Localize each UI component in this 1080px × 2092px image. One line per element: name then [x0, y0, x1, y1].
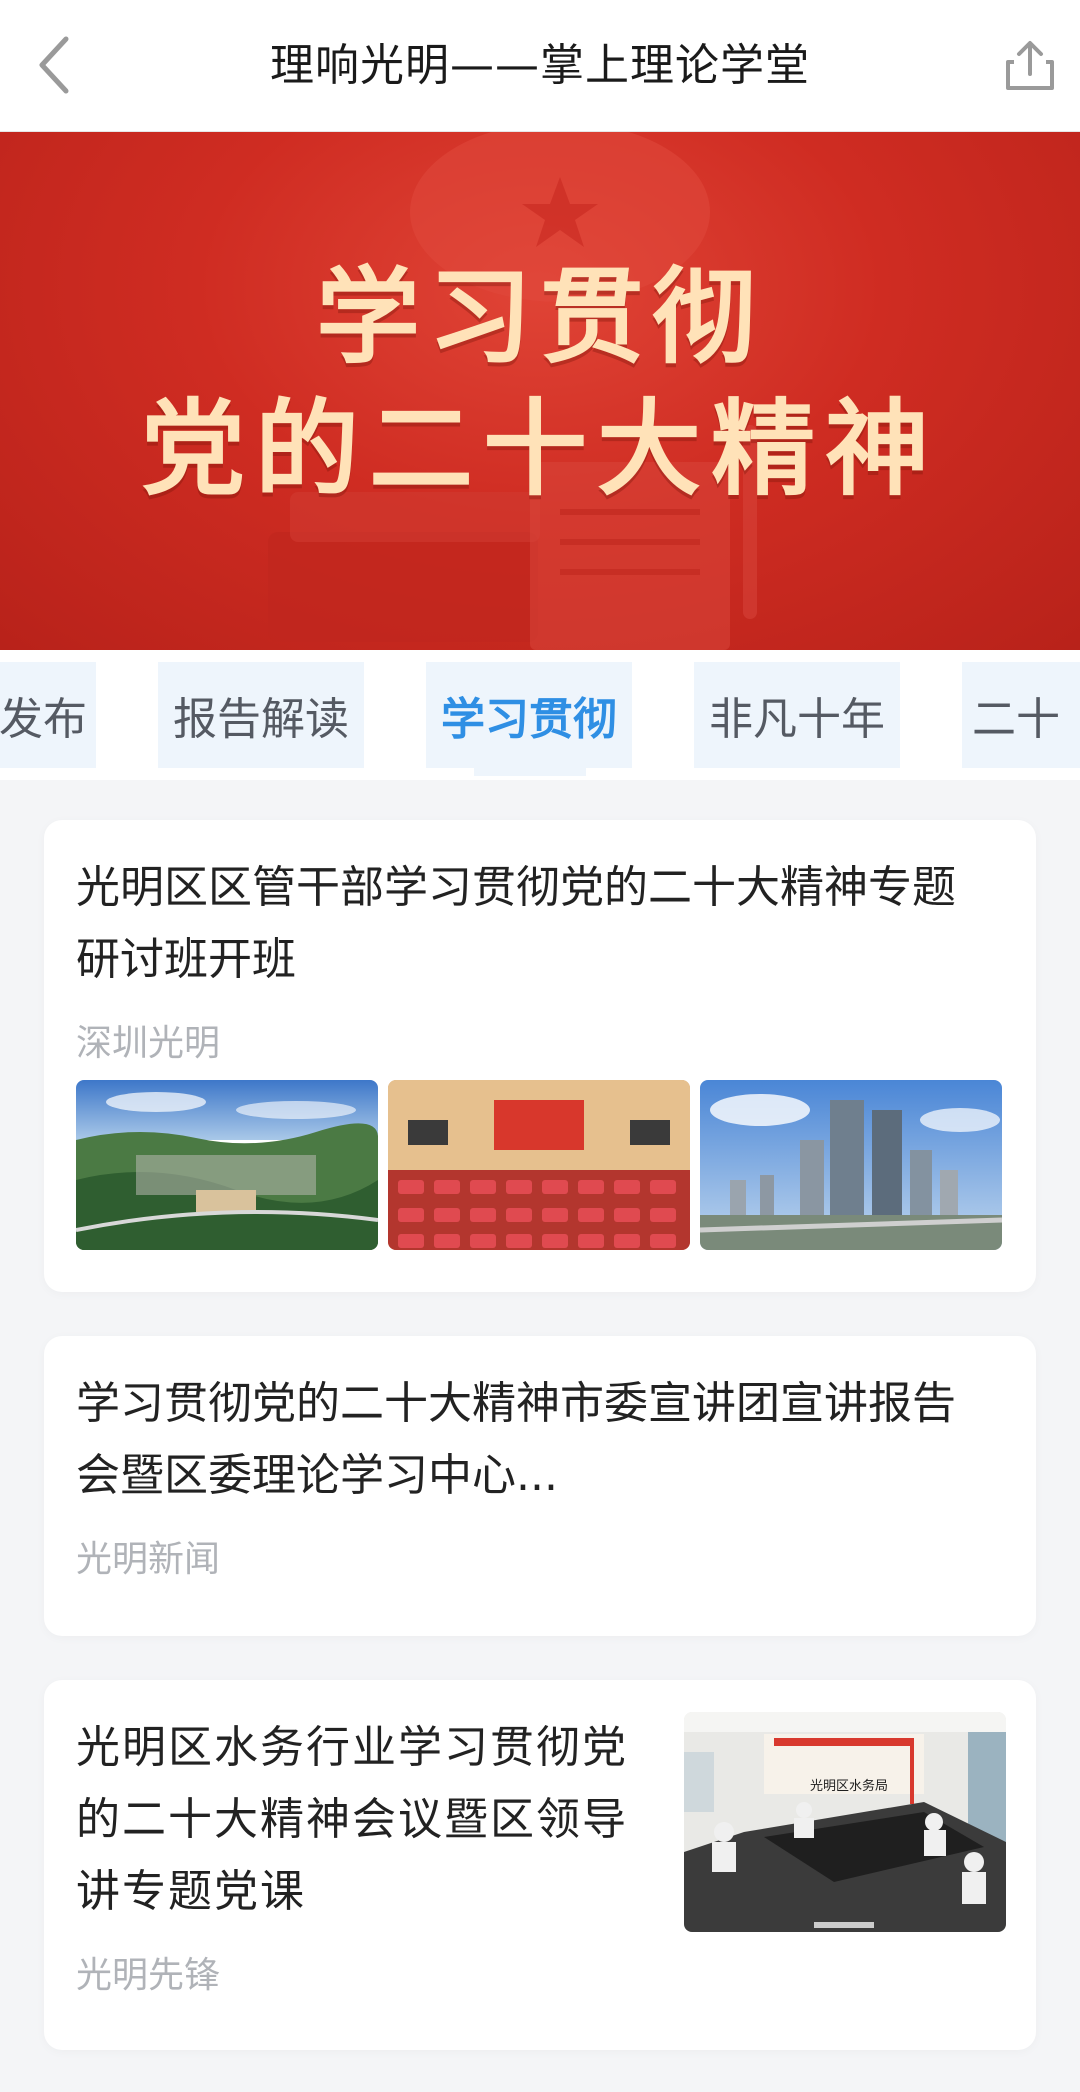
- skyscrapers-photo: [700, 1080, 1002, 1250]
- article-source: 光明新闻: [76, 1539, 221, 1580]
- tab-xuexi-guanche[interactable]: 学习贯彻: [426, 662, 632, 768]
- banner-title-line2: 党的二十大精神: [140, 388, 939, 510]
- tab-feifan-shinian[interactable]: 非凡十年: [694, 662, 900, 768]
- tab-ershi[interactable]: 二十: [962, 662, 1080, 768]
- article-title-line2: 研讨班开班: [76, 934, 296, 985]
- share-icon: [1006, 41, 1054, 90]
- back-button[interactable]: [22, 30, 86, 100]
- article-title-line1: 光明区区管干部学习贯彻党的二十大精神专题: [76, 862, 956, 913]
- article-source: 光明先锋: [76, 1955, 221, 1996]
- top-nav-bar: 理响光明——掌上理论学堂: [0, 0, 1080, 132]
- share-button[interactable]: [994, 30, 1066, 102]
- category-tabs: 发布 报告解读 学习贯彻 非凡十年 二十: [0, 650, 1080, 780]
- page-title: 理响光明——掌上理论学堂: [270, 40, 810, 91]
- article-title-line1: 光明区水务行业学习贯彻党: [76, 1722, 628, 1773]
- aerial-city-photo: [76, 1080, 378, 1250]
- tab-baogao-jiedu[interactable]: 报告解读: [158, 662, 364, 768]
- chevron-left-icon: [39, 36, 69, 94]
- article-source: 深圳光明: [76, 1023, 221, 1064]
- tab-fabu[interactable]: 发布: [0, 662, 96, 768]
- banner-title-line1: 学习贯彻: [315, 256, 764, 378]
- nameplate-sign: 光明区水务局: [810, 1778, 888, 1793]
- article-title-line3: 讲专题党课: [76, 1866, 306, 1917]
- hero-banner[interactable]: 学习贯彻 党的二十大精神: [0, 132, 1080, 650]
- meeting-room-photo: 光明区水务局: [684, 1712, 1006, 1932]
- article-card-1[interactable]: 光明区区管干部学习贯彻党的二十大精神专题 研讨班开班 深圳光明: [44, 820, 1036, 1292]
- active-tab-indicator: [474, 768, 586, 776]
- article-title-line2: 会暨区委理论学习中心...: [76, 1450, 558, 1501]
- article-title-line1: 学习贯彻党的二十大精神市委宣讲团宣讲报告: [76, 1378, 956, 1429]
- article-card-2[interactable]: 学习贯彻党的二十大精神市委宣讲团宣讲报告 会暨区委理论学习中心... 光明新闻: [44, 1336, 1036, 1636]
- conference-hall-photo: [388, 1080, 690, 1250]
- article-card-3[interactable]: 光明区水务行业学习贯彻党 的二十大精神会议暨区领导 讲专题党课 光明先锋 光明区…: [44, 1680, 1036, 2050]
- article-title-line2: 的二十大精神会议暨区领导: [76, 1794, 628, 1845]
